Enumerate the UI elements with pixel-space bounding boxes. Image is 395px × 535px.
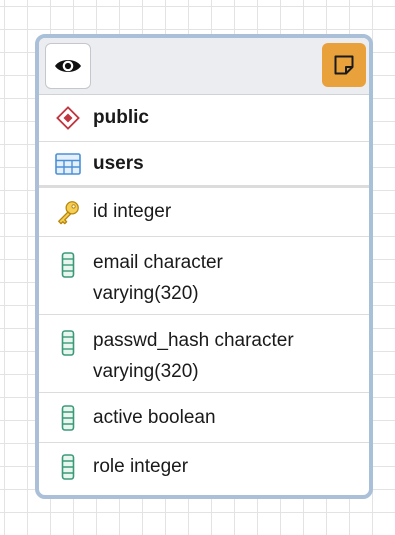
- column-row[interactable]: role integer: [39, 443, 369, 491]
- schema-icon: [55, 105, 81, 131]
- column-row[interactable]: id integer: [39, 188, 369, 237]
- note-icon: [333, 54, 355, 76]
- column-row[interactable]: email character varying(320): [39, 237, 369, 315]
- note-button[interactable]: [322, 43, 366, 87]
- column-name: active boolean: [93, 406, 216, 428]
- column-icon: [55, 252, 81, 278]
- column-name: email character varying(320): [93, 247, 223, 309]
- column-type-line: varying(320): [93, 361, 199, 382]
- column-type-line: varying(320): [93, 283, 199, 304]
- column-icon: [55, 330, 81, 356]
- table-node-users[interactable]: public users id integer email character …: [35, 34, 373, 499]
- node-header: [39, 38, 369, 95]
- schema-row[interactable]: public: [39, 95, 369, 142]
- toggle-visibility-button[interactable]: [45, 43, 91, 89]
- column-icon: [55, 454, 81, 480]
- table-name: users: [93, 152, 144, 174]
- column-name-line: passwd_hash character: [93, 330, 294, 351]
- column-name: passwd_hash character varying(320): [93, 325, 294, 387]
- eye-icon: [53, 56, 83, 76]
- table-icon: [55, 151, 81, 177]
- column-name: id integer: [93, 201, 172, 222]
- primary-key-icon: [55, 199, 81, 225]
- column-icon: [55, 404, 81, 431]
- column-name: role integer: [93, 456, 189, 477]
- schema-name: public: [93, 107, 149, 128]
- column-name-line: email character: [93, 252, 223, 273]
- column-row[interactable]: passwd_hash character varying(320): [39, 315, 369, 393]
- table-row[interactable]: users: [39, 142, 369, 188]
- column-row[interactable]: active boolean: [39, 393, 369, 443]
